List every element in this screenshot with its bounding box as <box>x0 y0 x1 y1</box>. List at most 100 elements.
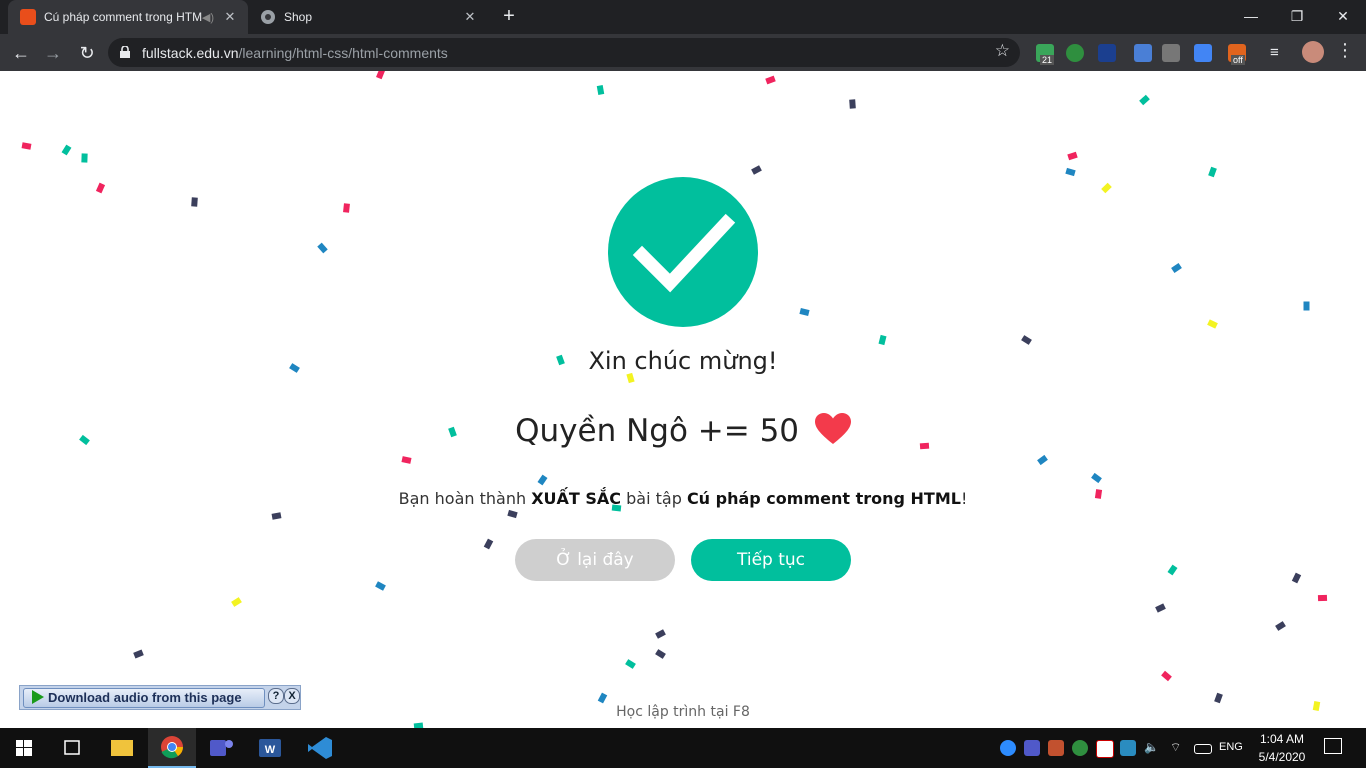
speaker-muted-icon[interactable]: ◀) <box>202 11 214 24</box>
confetti-piece <box>95 182 106 194</box>
confetti-piece <box>537 474 548 486</box>
media-queue-icon[interactable]: ≡ <box>1270 44 1279 61</box>
task-view-button[interactable] <box>48 728 96 768</box>
teams-tray-icon[interactable] <box>1024 740 1040 756</box>
heart-icon <box>814 413 851 444</box>
tab-shop[interactable]: Shop ✕ <box>248 0 488 34</box>
confetti-piece <box>375 581 386 591</box>
folder-icon <box>111 740 133 756</box>
globe-icon <box>261 10 275 24</box>
confetti-piece <box>1303 301 1310 311</box>
avatar[interactable] <box>1302 41 1324 63</box>
volume-icon[interactable]: 🔈 <box>1144 740 1160 756</box>
f8-logo-icon <box>20 9 36 25</box>
forward-button[interactable]: → <box>40 40 66 66</box>
menu-icon[interactable]: ⋮ <box>1336 40 1354 61</box>
confetti-piece <box>596 85 605 95</box>
start-button[interactable] <box>0 728 48 768</box>
word-icon: W <box>259 739 281 757</box>
tab-title: Shop <box>284 10 313 24</box>
reload-button[interactable]: ↻ <box>74 40 100 66</box>
confetti-piece <box>1037 454 1048 466</box>
download-audio-button[interactable]: Download audio from this page <box>23 688 265 708</box>
window-close-button[interactable]: ✕ <box>1320 4 1366 28</box>
confetti-piece <box>343 203 350 213</box>
minimize-button[interactable]: — <box>1228 4 1274 28</box>
address-bar[interactable]: fullstack.edu.vn/learning/html-css/html-… <box>108 38 1020 67</box>
extension-badge: off <box>1231 55 1245 65</box>
confetti-piece <box>799 308 810 316</box>
confetti-piece <box>401 456 412 464</box>
confetti-piece <box>231 597 242 607</box>
congrats-heading: Xin chúc mừng! <box>588 347 778 375</box>
chrome-icon <box>161 736 183 759</box>
download-audio-label: Download audio from this page <box>48 690 242 705</box>
stay-button[interactable]: Ở lại đây <box>515 539 675 581</box>
confetti-piece <box>1207 319 1218 329</box>
message-lesson: Cú pháp comment trong HTML <box>686 489 961 508</box>
continue-button[interactable]: Tiếp tục <box>691 539 851 581</box>
close-button[interactable]: X <box>284 688 300 704</box>
confetti-piece <box>133 649 144 659</box>
close-icon[interactable]: ✕ <box>462 9 478 25</box>
clock-date[interactable]: 5/4/2020 <box>1258 750 1306 764</box>
word-taskbar-button[interactable]: W <box>246 728 294 768</box>
confetti-piece <box>1167 564 1178 576</box>
confetti-piece <box>1021 335 1032 345</box>
new-tab-button[interactable]: + <box>498 6 520 27</box>
confetti-piece <box>21 142 32 150</box>
vscode-icon <box>308 737 332 759</box>
google-translate-icon[interactable] <box>1194 44 1212 62</box>
wifi-icon[interactable]: ⌔ <box>1170 740 1186 756</box>
extension-globe-icon[interactable] <box>1066 44 1084 62</box>
battery-icon[interactable] <box>1194 744 1212 754</box>
help-button[interactable]: ? <box>268 688 284 704</box>
extension-mail-icon[interactable] <box>1162 44 1180 62</box>
language-indicator[interactable]: ENG <box>1219 741 1243 753</box>
confetti-piece <box>1214 692 1223 704</box>
play-icon <box>32 690 44 704</box>
confetti-piece <box>765 75 776 85</box>
score-line: Quyền Ngô += 50 <box>0 413 1366 449</box>
network-tool-tray-icon[interactable] <box>1072 740 1088 756</box>
antivirus-tray-icon[interactable] <box>1096 740 1114 758</box>
extension-pen-icon[interactable] <box>1134 44 1152 62</box>
confetti-piece <box>1275 621 1286 631</box>
close-icon[interactable]: ✕ <box>222 9 238 25</box>
url-text: fullstack.edu.vn/learning/html-css/html-… <box>142 45 448 61</box>
extension-j-icon[interactable] <box>1098 44 1116 62</box>
confetti-piece <box>1317 594 1328 602</box>
vscode-taskbar-button[interactable] <box>296 728 344 768</box>
clock-time[interactable]: 1:04 AM <box>1258 732 1306 746</box>
confetti-piece <box>483 538 494 550</box>
confetti-piece <box>1291 572 1302 584</box>
confetti-piece <box>878 334 887 346</box>
confetti-piece <box>597 692 608 704</box>
confetti-piece <box>1139 94 1150 106</box>
zalo-tray-icon[interactable] <box>1000 740 1016 756</box>
message-text: bài tập <box>621 489 687 508</box>
task-view-icon <box>64 740 80 755</box>
confetti-piece <box>61 144 72 156</box>
confetti-piece <box>81 153 88 163</box>
tab-active[interactable]: Cú pháp comment trong HTML ◀) ✕ <box>8 0 248 34</box>
notification-icon[interactable] <box>1324 738 1342 754</box>
app-tray-icon[interactable] <box>1120 740 1136 756</box>
teams-icon <box>210 740 233 756</box>
bookmark-star-icon[interactable]: ☆ <box>995 41 1010 61</box>
confetti-piece <box>1091 472 1102 484</box>
chrome-taskbar-button[interactable] <box>148 728 196 768</box>
confetti-piece <box>655 649 666 659</box>
restore-button[interactable]: ❐ <box>1274 4 1320 28</box>
windows-logo-icon <box>16 740 32 756</box>
confetti-piece <box>625 659 636 669</box>
confetti-piece <box>655 629 666 639</box>
file-explorer-button[interactable] <box>98 728 146 768</box>
back-button[interactable]: ← <box>8 40 34 66</box>
message-grade: XUẤT SẮC <box>531 489 622 508</box>
message-text: ! <box>960 489 968 508</box>
confetti-piece <box>849 99 856 109</box>
app-tray-icon[interactable] <box>1048 740 1064 756</box>
teams-taskbar-button[interactable] <box>198 728 246 768</box>
completion-message: Bạn hoàn thành XUẤT SẮC bài tập Cú pháp … <box>0 489 1366 508</box>
